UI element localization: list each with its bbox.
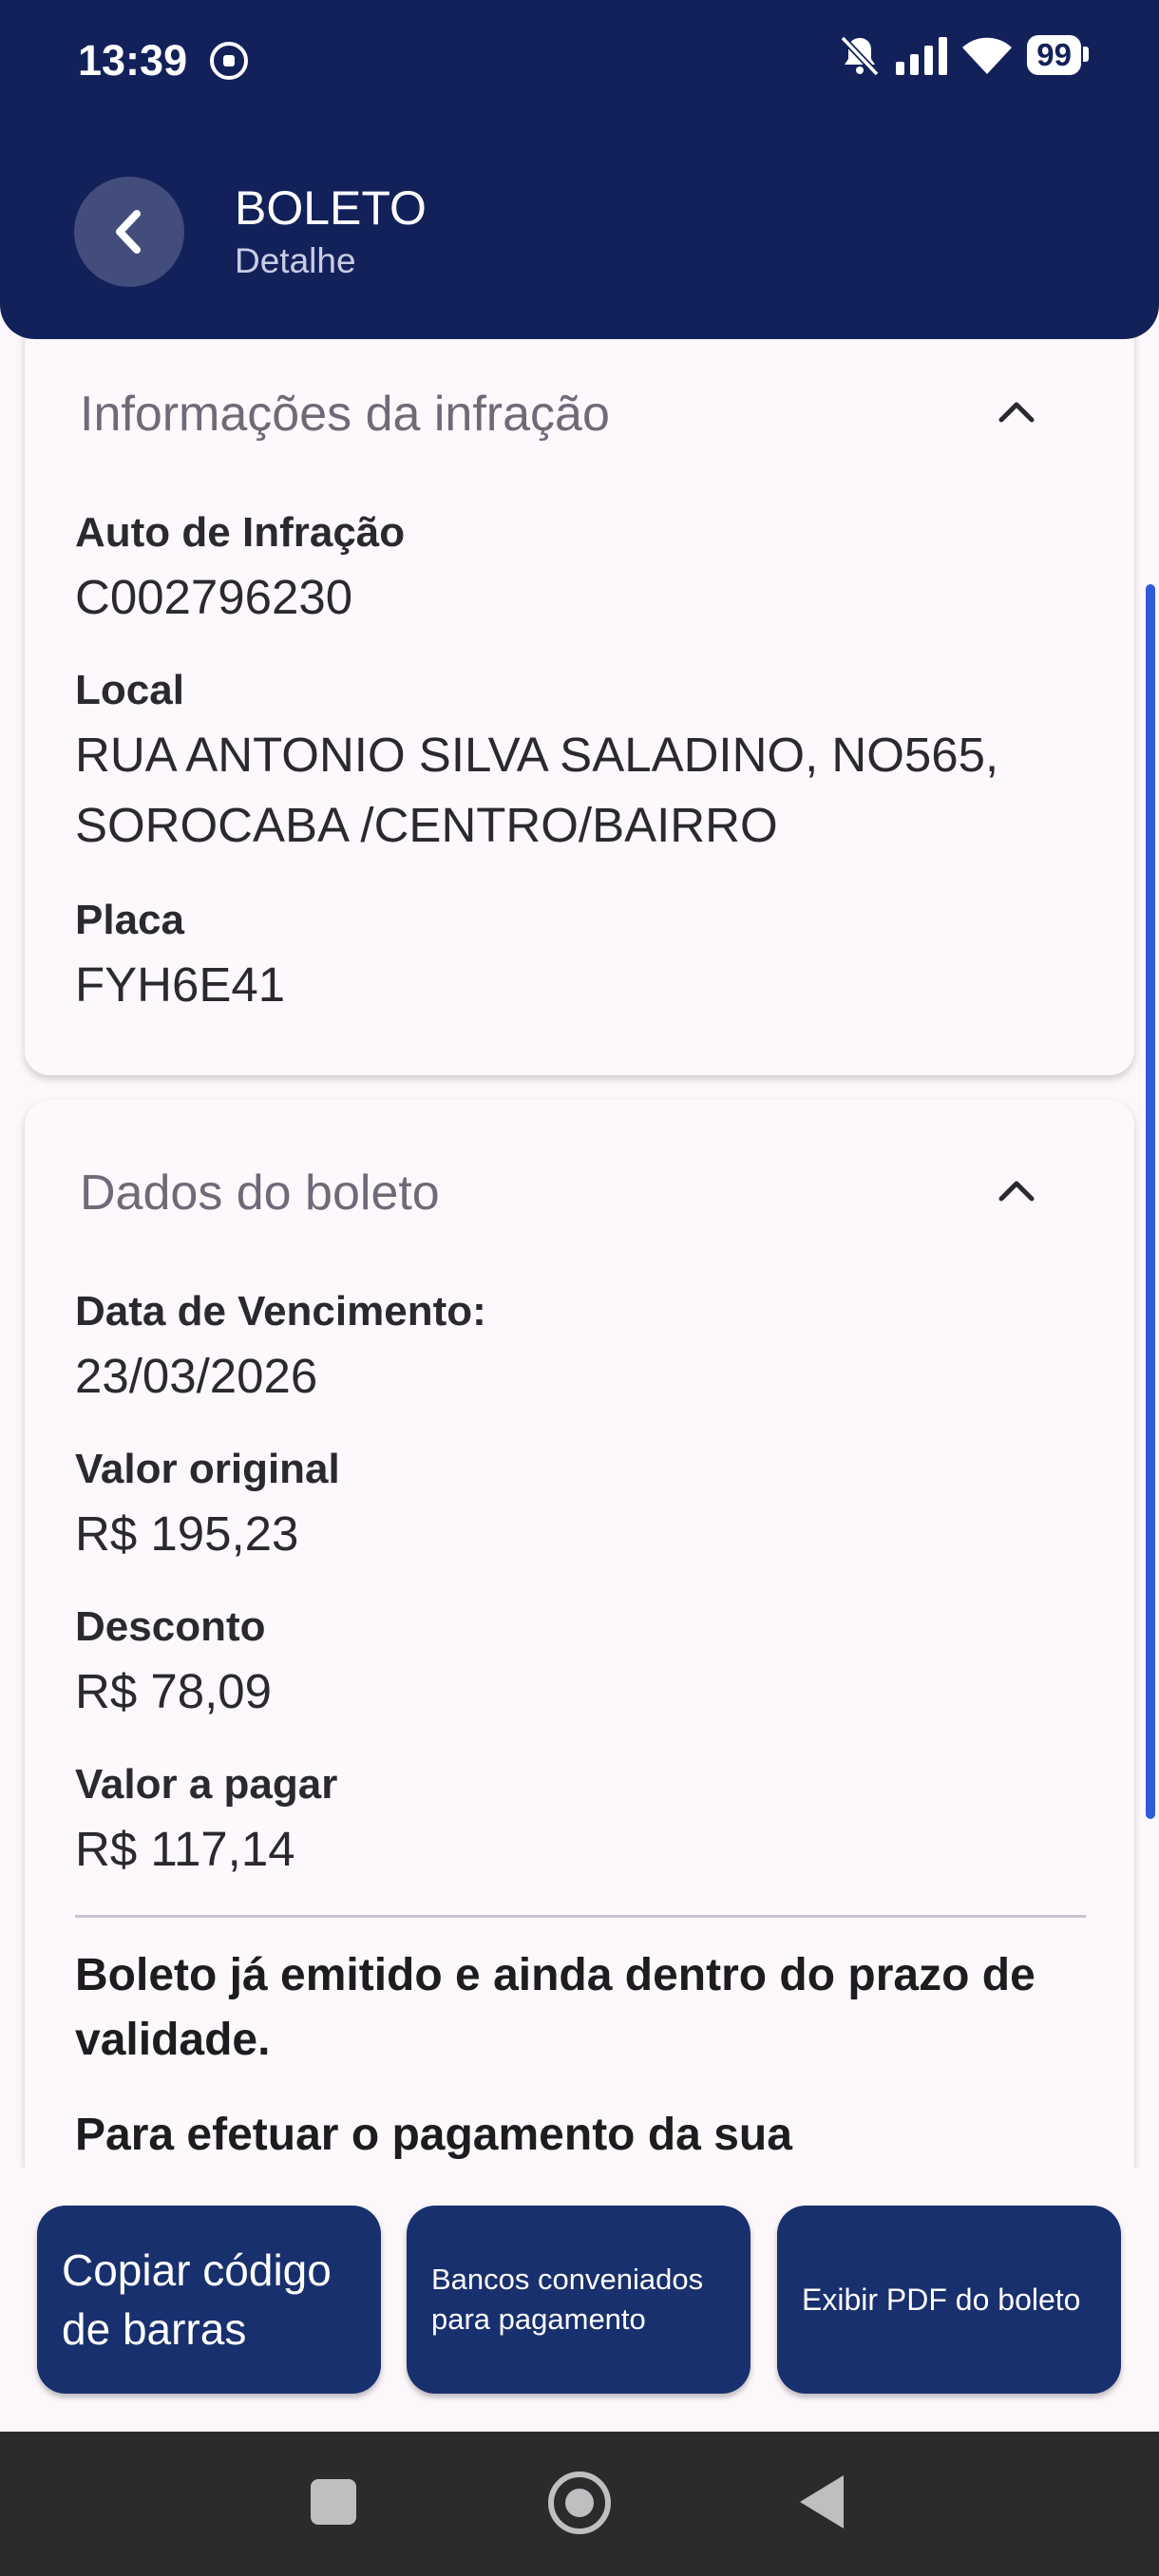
chevron-up-icon[interactable]: [994, 389, 1039, 435]
infraction-info-heading[interactable]: Informações da infração: [80, 386, 610, 443]
status-time: 13:39: [78, 36, 188, 85]
back-button[interactable]: [74, 177, 184, 287]
field-label: Placa: [75, 897, 184, 943]
signal-icon: [896, 35, 948, 75]
field-label: Valor original: [75, 1446, 340, 1492]
chevron-up-icon[interactable]: [994, 1168, 1039, 1214]
field-value: FYH6E41: [75, 957, 286, 1012]
divider: [75, 1915, 1086, 1918]
infraction-info-card: Informações da infração Auto de Infração…: [25, 313, 1134, 1075]
notification-icon: [210, 42, 248, 80]
field-value: RUA ANTONIO SILVA SALADINO, NO565, SOROC…: [75, 728, 999, 852]
boleto-data-card: Dados do boleto Data de Vencimento: 23/0…: [25, 1100, 1134, 2192]
field-value: R$ 78,09: [75, 1664, 272, 1718]
app-header: 13:39 99 BOLETO Detalhe: [0, 0, 1159, 339]
partner-banks-button[interactable]: Bancos conveniados para pagamento: [407, 2206, 750, 2394]
field-label: Data de Vencimento:: [75, 1288, 486, 1335]
page-title: BOLETO: [235, 181, 427, 235]
home-icon[interactable]: [548, 2472, 611, 2534]
field-label: Local: [75, 667, 184, 713]
field-value: C002796230: [75, 570, 353, 624]
boleto-notice: Boleto já emitido e ainda dentro do praz…: [75, 1950, 1036, 2065]
field-value: R$ 195,23: [75, 1506, 299, 1561]
field-label: Auto de Infração: [75, 509, 406, 556]
payment-instructions: Para efetuar o pagamento da sua: [75, 2110, 792, 2160]
field-label: Valor a pagar: [75, 1761, 338, 1808]
recents-icon[interactable]: [311, 2479, 356, 2525]
field-value: R$ 117,14: [75, 1822, 295, 1876]
battery-indicator: 99: [1027, 35, 1089, 75]
show-pdf-button[interactable]: Exibir PDF do boleto: [777, 2206, 1121, 2394]
bell-muted-icon: [840, 35, 880, 77]
wifi-icon: [962, 37, 1013, 74]
boleto-data-heading[interactable]: Dados do boleto: [80, 1165, 440, 1222]
field-label: Desconto: [75, 1603, 266, 1650]
chevron-left-icon: [116, 210, 141, 254]
scrollbar[interactable]: [1146, 584, 1155, 1819]
copy-barcode-button[interactable]: Copiar código de barras: [37, 2206, 381, 2394]
system-nav-bar: [0, 2432, 1159, 2576]
back-nav-icon[interactable]: [800, 2475, 844, 2529]
page-subtitle: Detalhe: [235, 241, 356, 280]
status-icons: 99: [837, 32, 1089, 78]
field-value: 23/03/2026: [75, 1349, 318, 1403]
